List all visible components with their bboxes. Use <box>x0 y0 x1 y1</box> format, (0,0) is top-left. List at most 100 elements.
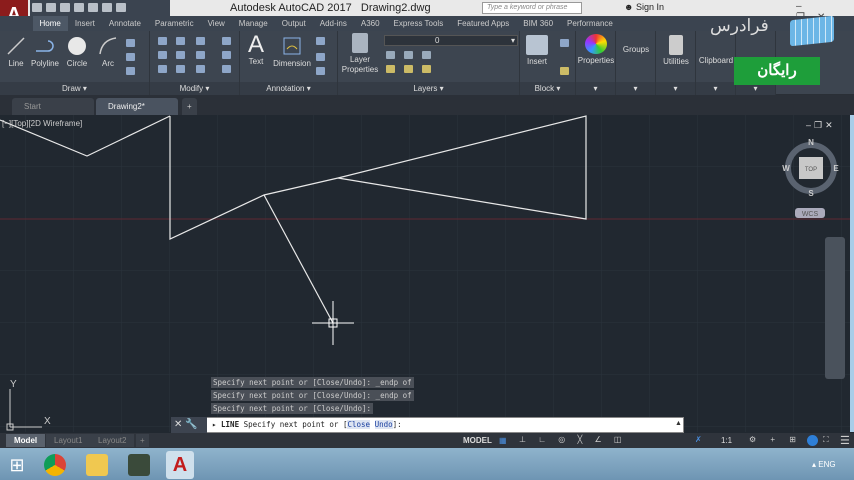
polyline-tool[interactable]: Polyline <box>28 35 62 68</box>
erase-icon[interactable] <box>222 37 231 45</box>
layer-tool-icon[interactable] <box>422 65 431 73</box>
tab-annotate[interactable]: Annotate <box>102 16 148 31</box>
workspace-icons[interactable]: ⚙ + ⊞ <box>749 435 802 444</box>
chrome-icon[interactable] <box>44 454 66 476</box>
tab-model[interactable]: Model <box>6 434 46 447</box>
rotate-icon[interactable] <box>176 37 185 45</box>
command-history-toggle-icon[interactable]: ▲ <box>675 420 682 427</box>
save-icon[interactable] <box>60 3 70 12</box>
rectangle-icon[interactable] <box>126 67 135 75</box>
tab-output[interactable]: Output <box>275 16 313 31</box>
customization-menu-icon[interactable]: ☰ <box>840 434 850 447</box>
annotation-panel-label[interactable]: Annotation ▾ <box>240 82 337 95</box>
dimension-tool[interactable]: Dimension <box>270 35 314 68</box>
insert-tool[interactable]: Insert <box>522 35 552 66</box>
layer-tool-icon[interactable] <box>404 51 413 59</box>
tab-drawing2[interactable]: Drawing2* <box>96 98 178 115</box>
annotation-visibility-icon[interactable]: ✗ <box>695 435 702 444</box>
mirror-icon[interactable] <box>176 51 185 59</box>
table-icon[interactable] <box>316 67 325 75</box>
new-layout-button[interactable]: + <box>136 434 149 447</box>
leader-icon[interactable] <box>316 53 325 61</box>
sign-in-button[interactable]: ☻ Sign In <box>624 2 664 12</box>
move-icon[interactable] <box>158 37 167 45</box>
option-undo[interactable]: Undo <box>374 420 393 429</box>
drafting-toggles[interactable]: ⊥ ∟ ◎ ╳ ∠ ◫ <box>519 435 626 444</box>
properties-panel[interactable]: Properties ▾ <box>576 31 616 95</box>
layer-tool-icon[interactable] <box>422 51 431 59</box>
draw-panel-label[interactable]: Draw ▾ <box>0 82 149 95</box>
circle-tool[interactable]: Circle <box>64 35 90 68</box>
linear-dim-icon[interactable] <box>316 37 325 45</box>
viewport-close-icon[interactable]: ✕ <box>825 120 836 130</box>
grid-toggle-icon[interactable]: ▦ <box>499 436 507 445</box>
tab-add-ins[interactable]: Add-ins <box>313 16 354 31</box>
open-icon[interactable] <box>46 3 56 12</box>
save-as-icon[interactable] <box>74 3 84 12</box>
vertical-scrollbar[interactable] <box>850 115 854 432</box>
tab-a360[interactable]: A360 <box>354 16 387 31</box>
layer-properties-tool[interactable]: Layer Properties <box>340 33 380 75</box>
model-space-button[interactable]: MODEL <box>463 436 492 445</box>
trim-icon[interactable] <box>196 37 205 45</box>
customize-wrench-icon[interactable]: 🔧 <box>185 419 197 430</box>
stretch-icon[interactable] <box>158 65 167 73</box>
copy-icon[interactable] <box>158 51 167 59</box>
tab-home[interactable]: Home <box>32 16 68 31</box>
block-panel-label[interactable]: Block ▾ <box>520 82 575 95</box>
close-command-icon[interactable]: ✕ <box>174 419 182 430</box>
ellipse-icon[interactable] <box>126 53 135 61</box>
tab-layout2[interactable]: Layout2 <box>90 434 135 447</box>
utilities-panel[interactable]: Utilities ▾ <box>656 31 696 95</box>
modify-panel-label[interactable]: Modify ▾ <box>150 82 239 95</box>
windows-start-icon[interactable]: ⊞ <box>6 454 28 476</box>
fullscreen-icon[interactable]: ⛶ <box>823 435 829 445</box>
annotation-scale[interactable]: 1:1 <box>721 436 732 445</box>
scale-icon[interactable] <box>176 65 185 73</box>
hatch-icon[interactable] <box>126 39 135 47</box>
drawing-canvas[interactable]: Y X TOP N S E W WCS <box>0 115 854 432</box>
isolate-objects-icon[interactable] <box>807 435 818 446</box>
tab-bim360[interactable]: BIM 360 <box>516 16 560 31</box>
tab-manage[interactable]: Manage <box>232 16 275 31</box>
layer-tool-icon[interactable] <box>386 65 395 73</box>
layer-dropdown[interactable]: 0 ▾ <box>384 35 518 46</box>
tab-view[interactable]: View <box>201 16 232 31</box>
array-icon[interactable] <box>196 65 205 73</box>
print-icon[interactable] <box>88 3 98 12</box>
redo-icon[interactable] <box>116 3 126 12</box>
minimize-icon[interactable]: – <box>796 1 814 12</box>
autocad-taskbar-icon[interactable]: A <box>166 451 194 479</box>
tab-performance[interactable]: Performance <box>560 16 620 31</box>
explode-icon[interactable] <box>222 51 231 59</box>
app-icon[interactable] <box>128 454 150 476</box>
tab-featured-apps[interactable]: Featured Apps <box>450 16 516 31</box>
attribute-icon[interactable] <box>560 67 569 75</box>
tab-parametric[interactable]: Parametric <box>148 16 201 31</box>
search-input[interactable]: Type a keyword or phrase <box>482 2 582 14</box>
viewport-restore-icon[interactable]: ❐ <box>814 120 825 130</box>
layers-panel-label[interactable]: Layers ▾ <box>338 82 519 95</box>
tab-start[interactable]: Start <box>12 98 94 115</box>
undo-icon[interactable] <box>102 3 112 12</box>
tab-insert[interactable]: Insert <box>68 16 102 31</box>
tab-express-tools[interactable]: Express Tools <box>387 16 451 31</box>
language-indicator[interactable]: ENG <box>818 460 835 469</box>
layer-tool-icon[interactable] <box>386 51 395 59</box>
groups-panel[interactable]: Groups ▾ <box>616 31 656 95</box>
viewport-controls[interactable]: [−][Top][2D Wireframe] <box>2 119 82 128</box>
create-block-icon[interactable] <box>560 39 569 47</box>
viewport-minimize-icon[interactable]: – <box>806 120 814 130</box>
tab-layout1[interactable]: Layout1 <box>46 434 91 447</box>
navigation-bar[interactable] <box>825 237 845 379</box>
offset-icon[interactable] <box>222 65 231 73</box>
fillet-icon[interactable] <box>196 51 205 59</box>
arc-tool[interactable]: Arc <box>96 35 120 68</box>
text-tool[interactable]: A Text <box>244 33 268 67</box>
new-icon[interactable] <box>32 3 42 12</box>
file-explorer-icon[interactable] <box>86 454 108 476</box>
option-close[interactable]: Close <box>347 420 371 429</box>
layer-tool-icon[interactable] <box>404 65 413 73</box>
line-tool[interactable]: Line <box>4 35 28 68</box>
new-tab-button[interactable]: + <box>182 98 197 115</box>
